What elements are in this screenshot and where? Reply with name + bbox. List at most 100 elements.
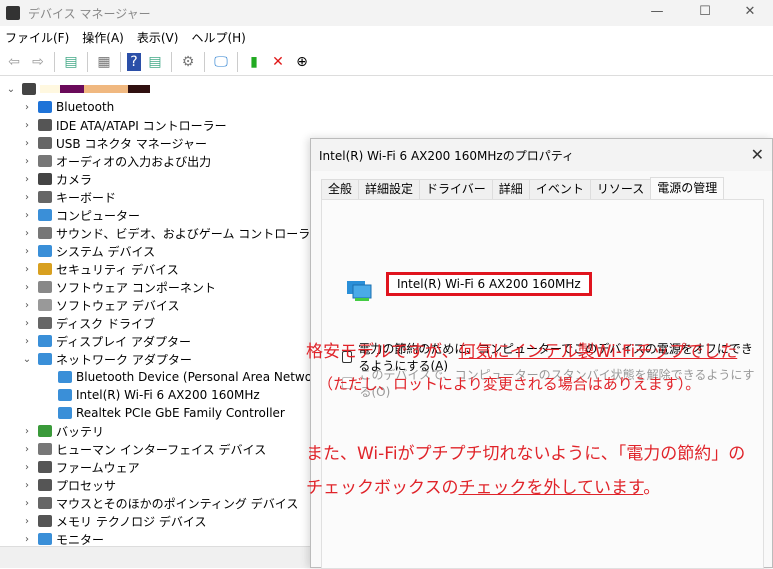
- maximize-button[interactable]: ☐: [682, 0, 728, 26]
- close-button[interactable]: ✕: [727, 0, 773, 26]
- toolbar: ⇦ ⇨ ▤ ▦ ? ▤ ⚙ 🖵 ▮ ✕ ⊕: [0, 48, 773, 76]
- uninstall-device-icon[interactable]: ✕: [268, 53, 288, 71]
- separator: [87, 51, 88, 72]
- tree-root[interactable]: ⌄: [4, 80, 150, 98]
- tree-item[interactable]: › マウスとそのほかのポインティング デバイス: [20, 494, 298, 512]
- tree-item[interactable]: › ファームウェア: [20, 458, 140, 476]
- window-title: デバイス マネージャー: [28, 6, 151, 21]
- tree-item-label: カメラ: [56, 172, 93, 187]
- annotation-line-1: 格安モデルですが、何気にインテル製Wi-Fiチップでした: [306, 342, 738, 362]
- tree-item-label: Bluetooth Device (Personal Area Network): [76, 370, 329, 384]
- tree-item[interactable]: › サウンド、ビデオ、およびゲーム コントローラー: [20, 224, 322, 242]
- tab-power-management[interactable]: 電源の管理: [650, 177, 725, 199]
- dialog-title: Intel(R) Wi-Fi 6 AX200 160MHzのプロパティ: [311, 139, 772, 171]
- tree-item[interactable]: › セキュリティ デバイス: [20, 260, 179, 278]
- device-category-icon: [38, 137, 52, 149]
- tree-item[interactable]: › オーディオの入力および出力: [20, 152, 211, 170]
- chevron-right-icon[interactable]: ›: [20, 480, 34, 491]
- tree-item[interactable]: › ディスプレイ アダプター: [20, 332, 191, 350]
- dialog-close-icon[interactable]: ✕: [751, 145, 764, 164]
- chevron-right-icon[interactable]: ›: [20, 192, 34, 203]
- tree-item-label: キーボード: [56, 190, 117, 205]
- tree-item[interactable]: › ソフトウェア デバイス: [20, 296, 179, 314]
- tree-child-item[interactable]: Bluetooth Device (Personal Area Network): [54, 368, 329, 386]
- update-driver-icon[interactable]: ⚙: [178, 53, 198, 71]
- chevron-right-icon[interactable]: ›: [20, 156, 34, 167]
- chevron-right-icon[interactable]: ›: [20, 336, 34, 347]
- chevron-right-icon[interactable]: ›: [20, 120, 34, 131]
- chevron-right-icon[interactable]: ›: [20, 516, 34, 527]
- tab-events[interactable]: イベント: [528, 179, 591, 199]
- properties-icon[interactable]: ▦: [94, 53, 114, 71]
- menu-help[interactable]: ヘルプ(H): [186, 29, 253, 46]
- enable-device-icon[interactable]: ▮: [244, 53, 264, 71]
- device-category-icon: [38, 209, 52, 221]
- chevron-right-icon[interactable]: ›: [20, 498, 34, 509]
- tab-general[interactable]: 全般: [321, 179, 360, 199]
- tab-details[interactable]: 詳細: [491, 179, 530, 199]
- chevron-right-icon[interactable]: ›: [20, 228, 34, 239]
- tree-item-label: システム デバイス: [56, 244, 156, 259]
- tree-child-item[interactable]: Intel(R) Wi-Fi 6 AX200 160MHz: [54, 386, 260, 404]
- back-icon[interactable]: ⇦: [4, 53, 24, 71]
- tree-item-label: サウンド、ビデオ、およびゲーム コントローラー: [56, 226, 323, 241]
- tree-item[interactable]: › メモリ テクノロジ デバイス: [20, 512, 207, 530]
- chevron-right-icon[interactable]: ›: [20, 246, 34, 257]
- computer-icon: [22, 83, 36, 95]
- tree-item-label: バッテリ: [56, 424, 105, 439]
- chevron-right-icon[interactable]: ›: [20, 210, 34, 221]
- menu-view[interactable]: 表示(V): [132, 29, 187, 46]
- tree-item[interactable]: › ヒューマン インターフェイス デバイス: [20, 440, 266, 458]
- horizontal-scrollbar[interactable]: [0, 546, 310, 568]
- tab-driver[interactable]: ドライバー: [419, 179, 493, 199]
- chevron-right-icon[interactable]: ›: [20, 318, 34, 329]
- disable-device-icon[interactable]: ⊕: [292, 53, 312, 71]
- device-manager-icon: [6, 6, 20, 20]
- chevron-right-icon[interactable]: ›: [20, 300, 34, 311]
- tree-item[interactable]: › カメラ: [20, 170, 92, 188]
- chevron-right-icon[interactable]: ›: [20, 138, 34, 149]
- action-pane-icon[interactable]: ▤: [145, 53, 165, 71]
- title-bar: デバイス マネージャー — ☐ ✕: [0, 0, 773, 26]
- tree-item[interactable]: › ディスク ドライブ: [20, 314, 155, 332]
- show-hide-console-tree-icon[interactable]: ▤: [61, 53, 81, 71]
- tree-item-label: セキュリティ デバイス: [56, 262, 179, 277]
- chevron-right-icon[interactable]: ›: [20, 534, 34, 545]
- scan-hardware-icon[interactable]: 🖵: [211, 53, 231, 71]
- chevron-right-icon[interactable]: ›: [20, 444, 34, 455]
- device-category-icon: [38, 263, 52, 275]
- tree-item-label: USB コネクタ マネージャー: [56, 136, 207, 151]
- tree-item[interactable]: › キーボード: [20, 188, 116, 206]
- tree-item[interactable]: › Bluetooth: [20, 98, 114, 116]
- minimize-button[interactable]: —: [634, 0, 680, 26]
- tree-child-item[interactable]: Realtek PCIe GbE Family Controller: [54, 404, 285, 422]
- network-adapter-icon: [58, 407, 72, 419]
- chevron-down-icon[interactable]: ⌄: [4, 84, 18, 95]
- forward-icon[interactable]: ⇨: [28, 53, 48, 71]
- tree-item-label: ディスク ドライブ: [56, 316, 155, 331]
- chevron-down-icon[interactable]: ⌄: [20, 354, 34, 365]
- menu-file[interactable]: ファイル(F): [0, 29, 77, 46]
- tree-item[interactable]: › IDE ATA/ATAPI コントローラー: [20, 116, 227, 134]
- chevron-right-icon[interactable]: ›: [20, 102, 34, 113]
- device-category-icon: [38, 515, 52, 527]
- chevron-right-icon[interactable]: ›: [20, 282, 34, 293]
- chevron-right-icon[interactable]: ›: [20, 426, 34, 437]
- tree-item[interactable]: › システム デバイス: [20, 242, 155, 260]
- help-icon[interactable]: ?: [127, 52, 141, 71]
- tab-advanced[interactable]: 詳細設定: [358, 179, 421, 199]
- device-category-icon: [38, 479, 52, 491]
- chevron-right-icon[interactable]: ›: [20, 264, 34, 275]
- menu-action[interactable]: 操作(A): [77, 29, 132, 46]
- tree-item[interactable]: › プロセッサ: [20, 476, 116, 494]
- chevron-right-icon[interactable]: ›: [20, 462, 34, 473]
- device-category-icon: [38, 317, 52, 329]
- tree-item[interactable]: › バッテリ: [20, 422, 104, 440]
- tree-item[interactable]: › USB コネクタ マネージャー: [20, 134, 207, 152]
- tree-item[interactable]: › ソフトウェア コンポーネント: [20, 278, 216, 296]
- chevron-right-icon[interactable]: ›: [20, 174, 34, 185]
- tree-item[interactable]: ⌄ ネットワーク アダプター: [20, 350, 192, 368]
- tree-item[interactable]: › コンピューター: [20, 206, 140, 224]
- annotation-line-3: また、Wi-Fiがプチプチ切れないように、「電力の節約」の: [306, 444, 746, 464]
- tab-resources[interactable]: リソース: [589, 179, 652, 199]
